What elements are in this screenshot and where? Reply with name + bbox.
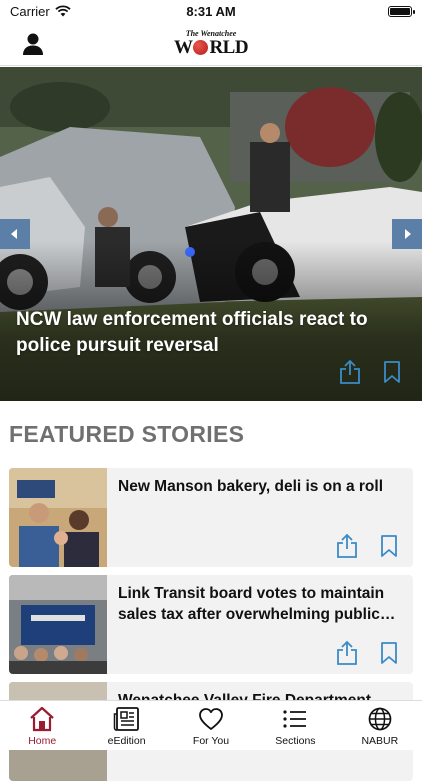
bookmark-icon	[381, 642, 397, 664]
wifi-icon	[55, 5, 71, 17]
carrier-label: Carrier	[10, 3, 50, 19]
profile-button[interactable]	[20, 31, 46, 57]
tab-label: Home	[28, 735, 57, 747]
story-card[interactable]: Link Transit board votes to maintain sal…	[9, 575, 413, 674]
tab-label: NABUR	[361, 735, 399, 747]
tab-sections[interactable]: Sections	[253, 701, 337, 750]
heart-icon	[197, 706, 225, 732]
hero-prev-button[interactable]	[0, 219, 30, 249]
featured-section-title: FEATURED STORIES	[9, 421, 245, 447]
share-icon	[340, 359, 360, 384]
bookmark-icon	[384, 361, 400, 383]
battery-icon	[388, 5, 415, 17]
story-share-button[interactable]	[335, 533, 359, 559]
newspaper-logo[interactable]: The Wenatchee W RLD	[173, 30, 249, 58]
story-actions	[335, 640, 401, 666]
battery-fill	[390, 7, 410, 15]
hero-next-button[interactable]	[392, 219, 422, 249]
user-icon	[23, 33, 43, 55]
tab-for-you[interactable]: For You	[169, 701, 253, 750]
hero-story[interactable]: NCW law enforcement officials react to p…	[0, 67, 422, 401]
tab-home[interactable]: Home	[0, 701, 84, 750]
tab-label: Sections	[275, 735, 316, 747]
hero-share-button[interactable]	[338, 359, 362, 385]
globe-icon	[366, 706, 394, 732]
hero-actions	[338, 359, 404, 385]
chevron-right-icon	[405, 229, 411, 239]
newspaper-icon	[113, 706, 141, 732]
story-bookmark-button[interactable]	[377, 533, 401, 559]
bookmark-icon	[381, 535, 397, 557]
globe-logo-icon	[193, 40, 209, 55]
story-card[interactable]: New Manson bakery, deli is on a roll	[9, 468, 413, 567]
home-icon	[28, 706, 56, 732]
share-icon	[337, 640, 357, 665]
story-bookmark-button[interactable]	[377, 640, 401, 666]
tab-label: For You	[192, 735, 230, 747]
story-thumbnail	[9, 575, 107, 674]
story-title: Link Transit board votes to maintain sal…	[118, 585, 385, 623]
tab-nabur[interactable]: NABUR	[338, 701, 422, 750]
story-thumbnail	[9, 468, 107, 567]
chevron-left-icon	[11, 229, 17, 239]
logo-main-left: W	[173, 37, 193, 58]
story-actions	[335, 533, 401, 559]
app-header: The Wenatchee W RLD	[0, 22, 422, 66]
logo-main-right: RLD	[209, 37, 249, 58]
list-icon	[281, 706, 309, 732]
story-title: New Manson bakery, deli is on a roll	[118, 478, 384, 495]
logo-main-text: W RLD	[173, 37, 249, 58]
share-icon	[337, 533, 357, 558]
tab-label: eEdition	[107, 735, 146, 747]
story-share-button[interactable]	[335, 640, 359, 666]
hero-bookmark-button[interactable]	[380, 359, 404, 385]
tab-eedition[interactable]: eEdition	[84, 701, 168, 750]
status-bar: Carrier 8:31 AM	[0, 0, 422, 22]
tab-bar: Home eEdition For You Sections NABUR	[0, 700, 422, 750]
hero-title[interactable]: NCW law enforcement officials react to p…	[16, 307, 398, 359]
status-left: Carrier	[10, 4, 71, 19]
